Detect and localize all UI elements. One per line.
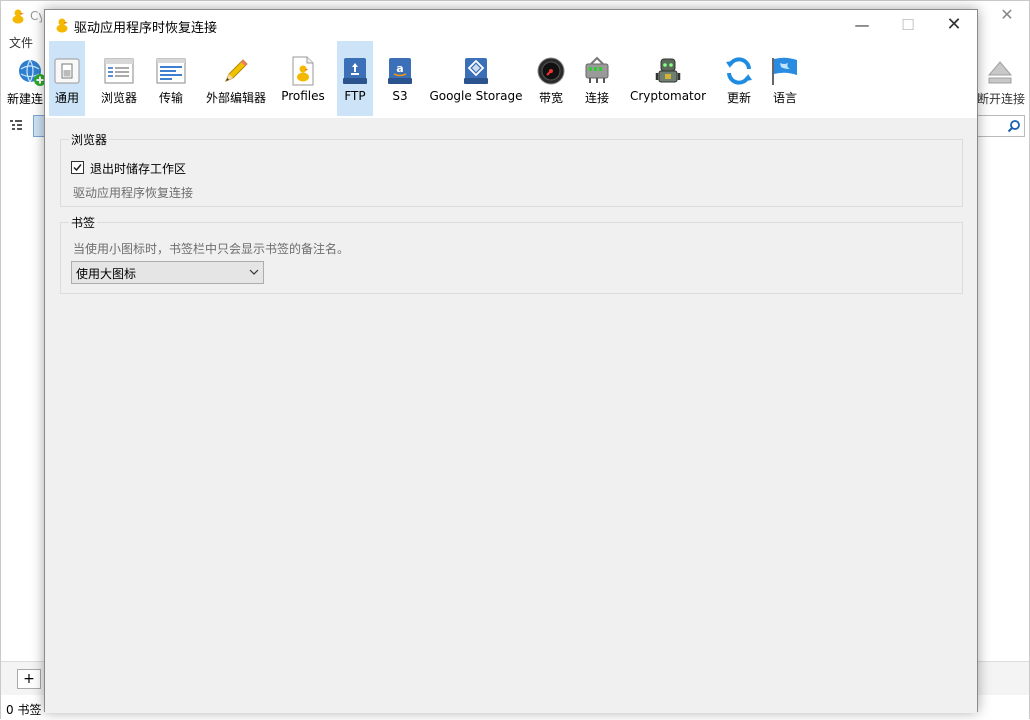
- tab-browser[interactable]: 浏览器: [97, 41, 141, 116]
- new-connection-button[interactable]: 新建连: [5, 55, 49, 109]
- browser-group: 浏览器 退出时储存工作区 驱动应用程序恢复连接: [60, 131, 963, 207]
- maximize-button[interactable]: ☐: [885, 10, 931, 40]
- outline-view-icon[interactable]: [9, 118, 23, 132]
- checkmark-icon: [73, 164, 82, 172]
- browser-window-icon: [104, 58, 134, 84]
- bookmarks-group-title: 书签: [69, 214, 98, 231]
- save-workspace-checkbox[interactable]: [71, 161, 84, 174]
- disconnect-button[interactable]: 断开连接: [975, 55, 1029, 109]
- bookmarks-group: 书签 当使用小图标时，书签栏中只会显示书签的备注名。 使用大图标: [60, 214, 963, 294]
- tab-s3-label: S3: [392, 89, 408, 103]
- ftp-drive-icon: [343, 58, 367, 84]
- main-close-button[interactable]: ✕: [997, 5, 1017, 25]
- tab-transfers[interactable]: 传输: [151, 41, 191, 116]
- tab-cryptomator[interactable]: Cryptomator: [625, 41, 711, 116]
- duck-icon: [12, 9, 24, 24]
- dialog-titlebar: 驱动应用程序时恢复连接 — ☐ ✕: [45, 10, 977, 40]
- tab-connection[interactable]: 连接: [579, 41, 615, 116]
- close-button[interactable]: ✕: [931, 10, 977, 40]
- tab-bandwidth-label: 带宽: [538, 91, 563, 105]
- new-connection-label: 新建连: [7, 92, 44, 106]
- tab-ftp[interactable]: FTP: [337, 41, 373, 116]
- transfers-list-icon: [156, 58, 186, 84]
- status-text: 0 书签: [6, 703, 42, 717]
- duck-icon: [56, 18, 68, 33]
- bookmark-icon-size-value: 使用大图标: [76, 267, 137, 281]
- profile-document-icon: [292, 56, 314, 86]
- speedometer-icon: [537, 57, 565, 85]
- menu-file[interactable]: 文件: [9, 34, 33, 51]
- tab-update-label: 更新: [726, 91, 751, 105]
- google-storage-drive-icon: [464, 58, 488, 84]
- tab-profiles[interactable]: Profiles: [279, 41, 327, 116]
- dialog-title: 驱动应用程序时恢复连接: [74, 21, 218, 36]
- minimize-button[interactable]: —: [839, 10, 885, 40]
- flag-icon: [772, 57, 797, 85]
- tab-profiles-label: Profiles: [281, 89, 325, 103]
- svg-text:a: a: [396, 62, 403, 75]
- browser-group-title: 浏览器: [69, 131, 110, 148]
- network-connection-icon: [585, 56, 609, 83]
- add-bookmark-button[interactable]: +: [17, 669, 41, 689]
- browser-hint: 驱动应用程序恢复连接: [73, 186, 194, 200]
- preferences-body: 浏览器 退出时储存工作区 驱动应用程序恢复连接 书签 当使用小图标时，书签栏中只…: [45, 118, 977, 713]
- tab-s3[interactable]: a S3: [383, 41, 417, 116]
- tab-general[interactable]: 通用: [49, 41, 85, 116]
- tab-general-label: 通用: [54, 91, 79, 105]
- preferences-dialog: 驱动应用程序时恢复连接 — ☐ ✕ 通用 浏览器 传输 外部编辑器 Profil…: [44, 9, 978, 713]
- tab-connection-label: 连接: [584, 91, 609, 105]
- cryptomator-robot-icon: [655, 58, 681, 83]
- tab-update[interactable]: 更新: [721, 41, 757, 116]
- globe-add-icon: [19, 59, 46, 86]
- bookmarks-hint: 当使用小图标时，书签栏中只会显示书签的备注名。: [73, 242, 350, 256]
- disconnect-label: 断开连接: [977, 92, 1026, 106]
- eject-icon: [987, 61, 1013, 84]
- general-switch-icon: [54, 58, 80, 84]
- refresh-icon: [726, 57, 752, 85]
- preferences-toolbar: 通用 浏览器 传输 外部编辑器 Profiles FTP a S3 Google…: [45, 40, 977, 118]
- tab-google-storage[interactable]: Google Storage: [427, 41, 525, 116]
- pencil-icon: [225, 59, 248, 82]
- amazon-s3-drive-icon: a: [388, 58, 412, 84]
- tab-transfers-label: 传输: [158, 91, 183, 105]
- bookmark-icon-size-select[interactable]: 使用大图标: [71, 261, 264, 284]
- tab-language-label: 语言: [772, 91, 797, 105]
- tab-ftp-label: FTP: [344, 89, 366, 103]
- tab-bandwidth[interactable]: 带宽: [533, 41, 569, 116]
- search-input[interactable]: [977, 115, 1025, 137]
- save-workspace-label[interactable]: 退出时储存工作区: [90, 160, 186, 177]
- main-scrollbar[interactable]: [1023, 141, 1029, 656]
- tab-google-storage-label: Google Storage: [429, 89, 523, 103]
- tab-editor[interactable]: 外部编辑器: [203, 41, 269, 116]
- search-icon: [1007, 120, 1020, 133]
- main-window-title: Cy: [30, 9, 42, 23]
- tab-editor-label: 外部编辑器: [205, 91, 266, 105]
- tab-language[interactable]: 语言: [767, 41, 803, 116]
- tab-browser-label: 浏览器: [100, 91, 137, 105]
- tab-cryptomator-label: Cryptomator: [629, 89, 707, 103]
- chevron-down-icon: [249, 269, 259, 275]
